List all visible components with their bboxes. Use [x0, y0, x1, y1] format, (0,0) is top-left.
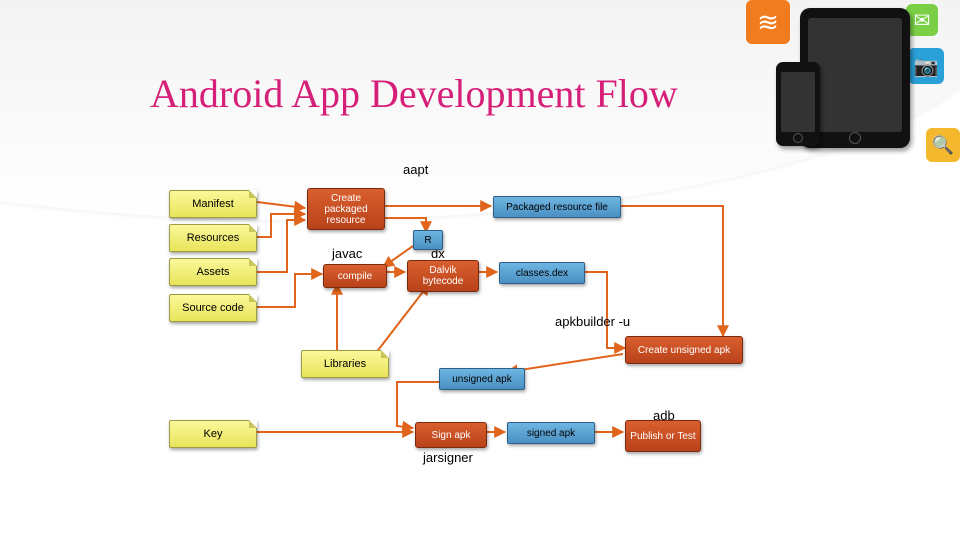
page-title: Android App Development Flow [150, 70, 678, 117]
node-dalvik-bytecode: Dalvik bytecode [407, 260, 479, 292]
node-libraries: Libraries [301, 350, 389, 378]
camera-icon: 📷 [908, 48, 944, 84]
node-classes-dex: classes.dex [499, 262, 585, 284]
label-apkbuilder: apkbuilder -u [555, 314, 630, 329]
label-aapt: aapt [403, 162, 428, 177]
node-packaged-resource-file: Packaged resource file [493, 196, 621, 218]
node-publish-or-test: Publish or Test [625, 420, 701, 452]
node-assets: Assets [169, 258, 257, 286]
node-r: R [413, 230, 443, 250]
flow-diagram: aapt javac dx apkbuilder -u jarsigner ad… [167, 172, 797, 492]
node-source-code: Source code [169, 294, 257, 322]
phone-icon [776, 62, 820, 146]
rss-icon: ≋ [746, 0, 790, 44]
label-javac: javac [332, 246, 362, 261]
node-resources: Resources [169, 224, 257, 252]
node-key: Key [169, 420, 257, 448]
node-create-packaged-resource: Create packaged resource [307, 188, 385, 230]
label-jarsigner: jarsigner [423, 450, 473, 465]
chat-icon: ✉ [906, 4, 938, 36]
search-icon: 🔍 [926, 128, 960, 162]
node-create-unsigned-apk: Create unsigned apk [625, 336, 743, 364]
node-compile: compile [323, 264, 387, 288]
node-manifest: Manifest [169, 190, 257, 218]
node-unsigned-apk: unsigned apk [439, 368, 525, 390]
node-sign-apk: Sign apk [415, 422, 487, 448]
node-signed-apk: signed apk [507, 422, 595, 444]
